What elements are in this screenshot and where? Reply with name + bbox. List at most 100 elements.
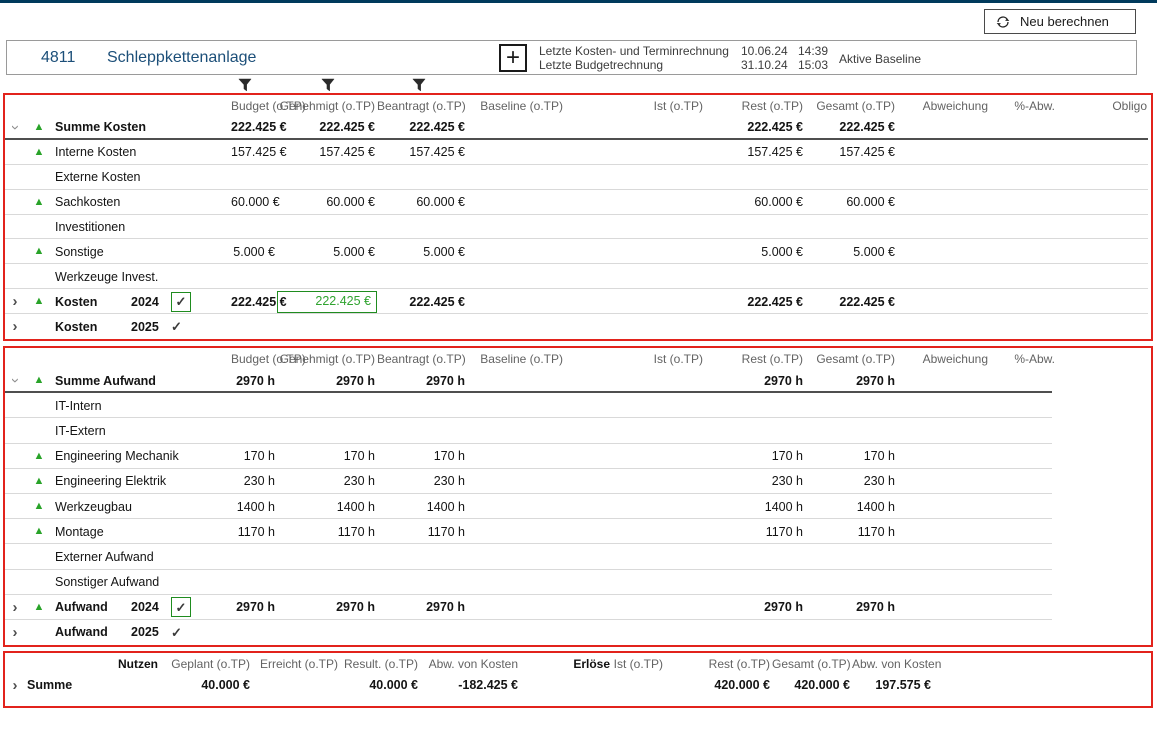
table-row: ▲Sachkosten60.000 €60.000 €60.000 €60.00… [5, 190, 1151, 215]
calc-info-row: Letzte Kosten- und Terminrechnung 10.06.… [539, 44, 828, 58]
filter-icon[interactable] [412, 78, 427, 92]
checkbox[interactable]: ✓ [171, 292, 191, 312]
value-cell: 222.425 € [705, 120, 805, 134]
column-header: Ist (o.TP) [565, 99, 705, 113]
column-header: Rest (o.TP) [705, 99, 805, 113]
value-cell: 157.425 € [377, 145, 467, 159]
trend-up-icon: ▲ [34, 197, 45, 208]
value-cell: 222.425 € [705, 295, 805, 309]
value-cell: 230 h [377, 474, 467, 488]
row-label: Montage [53, 525, 131, 539]
row-label: Werkzeuge Invest. [53, 270, 131, 284]
checkbox-cell: ✓ [171, 320, 231, 333]
table-row: IT-Intern [5, 393, 1151, 418]
value-cell: 5.000 € [231, 245, 277, 259]
column-header: Nutzen [105, 657, 160, 671]
column-header: Baseline (o.TP) [467, 352, 565, 366]
column-header: Ist (o.TP) [612, 657, 665, 671]
chevron-right-icon[interactable]: › [13, 625, 18, 640]
value-cell: 1400 h [377, 500, 467, 514]
chevron-down-icon[interactable]: › [8, 378, 23, 383]
table-row: ›Kosten2025✓ [5, 314, 1151, 339]
value-cell: 222.425 € [377, 295, 467, 309]
row-label: Interne Kosten [53, 145, 131, 159]
row-label: Externer Aufwand [53, 550, 131, 564]
column-header: Rest (o.TP) [665, 657, 772, 671]
table-row: ▲Werkzeugbau1400 h1400 h1400 h1400 h1400… [5, 494, 1151, 519]
recalculate-label: Neu berechnen [1020, 14, 1109, 29]
table-row: ▲Sonstige5.000 €5.000 €5.000 €5.000 €5.0… [5, 239, 1151, 264]
column-header: Budget (o.TP) [231, 99, 277, 113]
trend-up-icon: ▲ [34, 122, 45, 133]
checkbox[interactable]: ✓ [171, 597, 191, 617]
value-cell: 230 h [277, 474, 377, 488]
table-row: ›▲Aufwand2024✓2970 h2970 h2970 h2970 h29… [5, 595, 1151, 620]
row-label: Engineering Mechanik [53, 449, 131, 463]
top-bar [0, 0, 1157, 3]
checkbox-cell: ✓ [171, 597, 231, 617]
value-cell: 40.000 € [340, 678, 420, 692]
filter-icon[interactable] [238, 78, 253, 92]
calculation-info: Letzte Kosten- und Terminrechnung 10.06.… [539, 44, 828, 72]
recalculate-button[interactable]: Neu berechnen [984, 9, 1136, 34]
project-number: 4811 [41, 49, 75, 67]
chevron-down-icon[interactable]: › [8, 125, 23, 130]
kosten-table: Budget (o.TP)Genehmigt (o.TP)Beantragt (… [3, 93, 1153, 341]
check-icon[interactable]: ✓ [171, 626, 182, 639]
value-cell: 1170 h [231, 525, 277, 539]
chevron-right-icon[interactable]: › [13, 678, 18, 693]
value-cell: 2970 h [231, 600, 277, 614]
value-cell: 5.000 € [377, 245, 467, 259]
row-label: Kosten [53, 320, 131, 334]
chevron-right-icon[interactable]: › [13, 600, 18, 615]
chevron-right-icon[interactable]: › [13, 319, 18, 334]
value-cell: 157.425 € [805, 145, 897, 159]
trend-up-icon: ▲ [34, 375, 45, 386]
value-cell: 1400 h [805, 500, 897, 514]
value-cell: 60.000 € [231, 195, 277, 209]
chevron-right-icon[interactable]: › [13, 294, 18, 309]
value-cell: 170 h [277, 449, 377, 463]
value-cell: 170 h [231, 449, 277, 463]
trend-up-icon: ▲ [34, 451, 45, 462]
check-icon[interactable]: ✓ [171, 320, 182, 333]
column-header: Gesamt (o.TP) [805, 352, 897, 366]
value-cell: 2970 h [277, 600, 377, 614]
value-cell: 222.425 € [277, 120, 377, 134]
column-header: Erlöse [520, 657, 612, 671]
add-button[interactable]: + [499, 44, 527, 72]
value-cell: 2970 h [277, 374, 377, 388]
row-label: Externe Kosten [53, 170, 131, 184]
tbl-kosten-header-row: Budget (o.TP)Genehmigt (o.TP)Beantragt (… [5, 95, 1151, 115]
table-row: Sonstiger Aufwand [5, 570, 1151, 595]
row-year: 2025 [131, 625, 171, 639]
value-cell: 5.000 € [805, 245, 897, 259]
value-cell: 1400 h [231, 500, 277, 514]
column-header: Abweichung [897, 99, 990, 113]
trend-up-icon: ▲ [34, 246, 45, 257]
value-cell: 60.000 € [805, 195, 897, 209]
table-row: ▲Engineering Mechanik170 h170 h170 h170 … [5, 444, 1151, 469]
value-cell: 420.000 € [665, 678, 772, 692]
checkbox-cell: ✓ [171, 292, 231, 312]
table-row: ›Summe40.000 €40.000 €-182.425 €420.000 … [5, 673, 1151, 697]
value-cell: 5.000 € [705, 245, 805, 259]
trend-up-icon: ▲ [34, 296, 45, 307]
value-cell: 230 h [705, 474, 805, 488]
value-cell: 2970 h [705, 600, 805, 614]
tbl-kosten-body: ›▲Summe Kosten222.425 €222.425 €222.425 … [5, 115, 1151, 339]
row-label: Investitionen [53, 220, 131, 234]
column-header: Genehmigt (o.TP) [277, 352, 377, 366]
calc-info-row: Letzte Budgetrechnung 31.10.24 15:03 [539, 58, 828, 72]
genehmigt-input-cell[interactable]: 222.425 € [277, 291, 377, 313]
table-row: ›▲Summe Kosten222.425 €222.425 €222.425 … [5, 115, 1151, 140]
column-header: Geplant (o.TP) [160, 657, 252, 671]
value-cell: 222.425 € [377, 120, 467, 134]
filter-icon[interactable] [321, 78, 336, 92]
value-cell: 1170 h [805, 525, 897, 539]
table-row: Investitionen [5, 215, 1151, 240]
column-header: Gesamt (o.TP) [805, 99, 897, 113]
table-row: ›▲Summe Aufwand2970 h2970 h2970 h2970 h2… [5, 368, 1151, 393]
summe-table: NutzenGeplant (o.TP)Erreicht (o.TP)Resul… [3, 651, 1153, 708]
table-row: Werkzeuge Invest. [5, 264, 1151, 289]
